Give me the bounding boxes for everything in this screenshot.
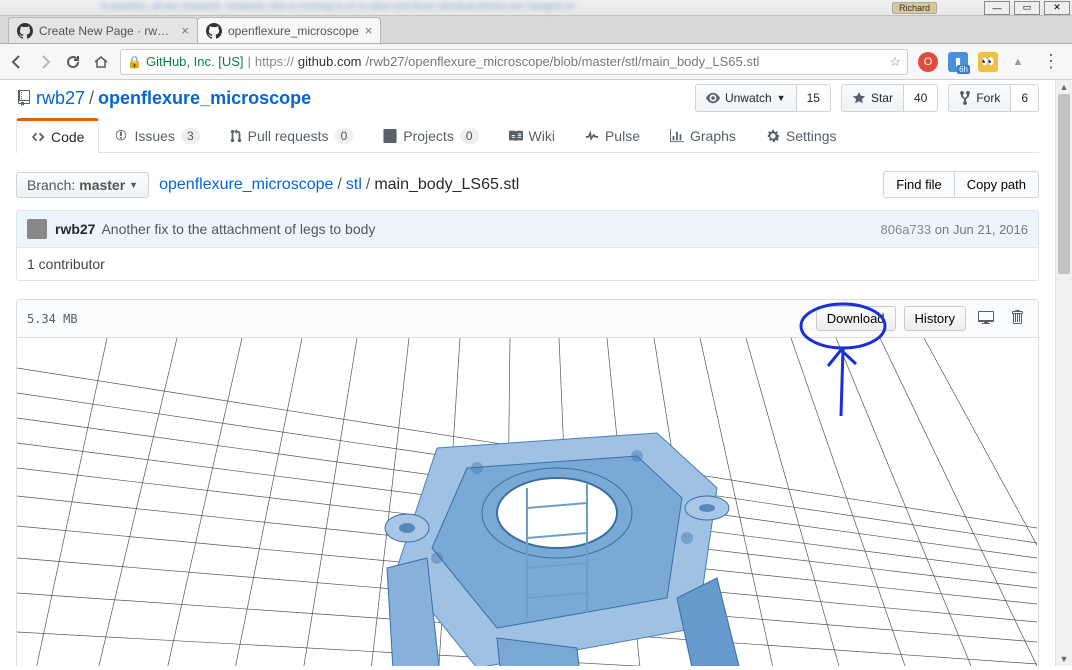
repo-name-link[interactable]: openflexure_microscope: [98, 88, 311, 109]
tab-settings[interactable]: Settings: [751, 118, 852, 152]
gear-icon: [766, 129, 780, 143]
branch-select[interactable]: Branch: master ▼: [16, 172, 149, 198]
download-button[interactable]: Download: [816, 306, 896, 331]
star-button[interactable]: Star: [841, 84, 904, 112]
trash-icon[interactable]: [1006, 307, 1028, 330]
window-titlebar: In practice, all are research. However, …: [0, 0, 1072, 16]
repo-nav: Code Issues3 Pull requests0 Projects0 Wi…: [16, 118, 1039, 153]
eye-icon: [706, 91, 720, 105]
browser-toolbar: 🔒 GitHub, Inc. [US] | https://github.com…: [0, 44, 1072, 80]
home-button[interactable]: [92, 53, 110, 71]
vertical-scrollbar[interactable]: ▲ ▼: [1055, 80, 1072, 666]
breadcrumb-dir[interactable]: stl: [346, 176, 362, 194]
history-button[interactable]: History: [904, 306, 966, 331]
pr-icon: [230, 129, 242, 143]
chevron-down-icon: ▼: [129, 180, 138, 190]
graph-icon: [670, 129, 684, 143]
copy-path-button[interactable]: Copy path: [955, 171, 1039, 198]
repo-icon: [16, 90, 32, 106]
contributors: 1 contributor: [17, 247, 1038, 280]
scroll-up-button[interactable]: ▲: [1056, 80, 1072, 94]
browser-menu-button[interactable]: ⋮: [1038, 51, 1064, 72]
close-icon[interactable]: ×: [365, 23, 373, 38]
star-icon: [852, 91, 866, 105]
breadcrumb-file: main_body_LS65.stl: [374, 176, 519, 194]
window-minimize-button[interactable]: —: [984, 1, 1010, 15]
address-bar[interactable]: 🔒 GitHub, Inc. [US] | https://github.com…: [120, 49, 908, 75]
pulse-icon: [585, 129, 599, 143]
issue-icon: [114, 129, 128, 143]
browser-tab-1[interactable]: openflexure_microscope ×: [197, 17, 381, 43]
forward-button[interactable]: [36, 53, 54, 71]
back-button[interactable]: [8, 53, 26, 71]
extension-icon[interactable]: 👀: [978, 52, 998, 72]
watch-button[interactable]: Unwatch▼: [695, 84, 797, 112]
extension-opera-icon[interactable]: O: [918, 52, 938, 72]
commit-message[interactable]: Another fix to the attachment of legs to…: [101, 221, 375, 237]
file-box: 5.34 MB Download History: [16, 299, 1039, 666]
scroll-thumb[interactable]: [1058, 94, 1070, 274]
tab-graphs[interactable]: Graphs: [655, 118, 751, 152]
scroll-down-button[interactable]: ▼: [1056, 652, 1072, 666]
desktop-icon[interactable]: [974, 307, 998, 330]
repo-title: rwb27 / openflexure_microscope: [16, 88, 311, 109]
commit-meta: 806a733 on Jun 21, 2016: [881, 222, 1029, 237]
fork-button[interactable]: Fork: [948, 84, 1011, 112]
repo-owner-link[interactable]: rwb27: [36, 88, 85, 109]
window-close-button[interactable]: ✕: [1044, 1, 1070, 15]
fork-count[interactable]: 6: [1011, 84, 1039, 112]
breadcrumb-root[interactable]: openflexure_microscope: [159, 176, 333, 194]
star-count[interactable]: 40: [904, 84, 938, 112]
tab-code[interactable]: Code: [16, 118, 99, 153]
reload-button[interactable]: [64, 53, 82, 71]
lock-icon: 🔒: [127, 55, 142, 69]
code-icon: [31, 130, 45, 144]
tab-projects[interactable]: Projects0: [368, 118, 493, 152]
stl-viewer[interactable]: [17, 338, 1038, 666]
extension-rescuetime-icon[interactable]: ▮: [948, 52, 968, 72]
bookmark-star-icon[interactable]: ☆: [889, 54, 901, 70]
user-badge: Richard: [892, 2, 937, 14]
project-icon: [383, 129, 397, 143]
watch-count[interactable]: 15: [797, 84, 831, 112]
tab-pulse[interactable]: Pulse: [570, 118, 655, 152]
file-size: 5.34 MB: [27, 312, 78, 326]
github-icon: [206, 23, 222, 39]
avatar[interactable]: [27, 219, 47, 239]
tab-wiki[interactable]: Wiki: [494, 118, 570, 152]
tab-issues[interactable]: Issues3: [99, 118, 214, 152]
commit-tease: rwb27 Another fix to the attachment of l…: [16, 210, 1039, 281]
browser-tabstrip: Create New Page · rwb27 × openflexure_mi…: [0, 16, 1072, 44]
github-icon: [17, 23, 33, 39]
tab-pull-requests[interactable]: Pull requests0: [215, 118, 369, 152]
window-maximize-button[interactable]: ▭: [1014, 1, 1040, 15]
book-icon: [509, 129, 523, 143]
commit-author[interactable]: rwb27: [55, 221, 95, 237]
breadcrumb: openflexure_microscope / stl / main_body…: [159, 176, 519, 194]
close-icon[interactable]: ×: [181, 23, 189, 38]
find-file-button[interactable]: Find file: [883, 171, 955, 198]
extension-drive-icon[interactable]: ▲: [1008, 52, 1028, 72]
page-viewport: rwb27 / openflexure_microscope Unwatch▼ …: [0, 80, 1055, 666]
browser-tab-0[interactable]: Create New Page · rwb27 ×: [8, 17, 198, 43]
fork-icon: [959, 90, 971, 106]
